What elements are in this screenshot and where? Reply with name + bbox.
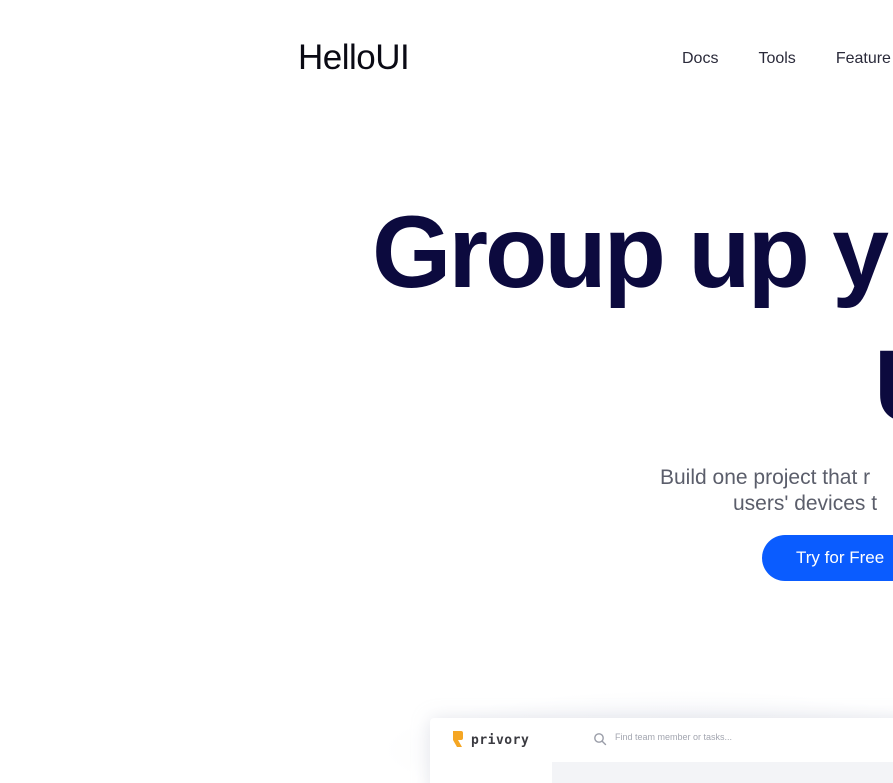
search-icon <box>594 733 607 746</box>
nav-link-feature[interactable]: Feature <box>836 50 891 68</box>
preview-search-input[interactable] <box>615 732 815 742</box>
hero-headline-line2: U <box>874 330 893 442</box>
hero-headline-line1: Group up y <box>372 195 889 309</box>
preview-main-area <box>552 762 893 783</box>
top-nav: Docs Tools Feature <box>682 50 893 68</box>
try-for-free-button[interactable]: Try for Free <box>762 535 893 581</box>
nav-link-docs[interactable]: Docs <box>682 50 718 68</box>
preview-sidebar <box>430 762 552 783</box>
preview-brand-name: privory <box>471 733 530 748</box>
nav-link-tools[interactable]: Tools <box>758 50 795 68</box>
hero-subtitle-line2: users' devices t <box>733 492 878 515</box>
brand-logo-icon <box>453 731 463 747</box>
app-preview-card: privory <box>430 718 893 783</box>
hero-subtitle-line1: Build one project that r <box>660 466 871 489</box>
site-logo[interactable]: HelloUI <box>298 38 410 78</box>
landing-page: HelloUI Docs Tools Feature Group up y U … <box>0 0 893 783</box>
